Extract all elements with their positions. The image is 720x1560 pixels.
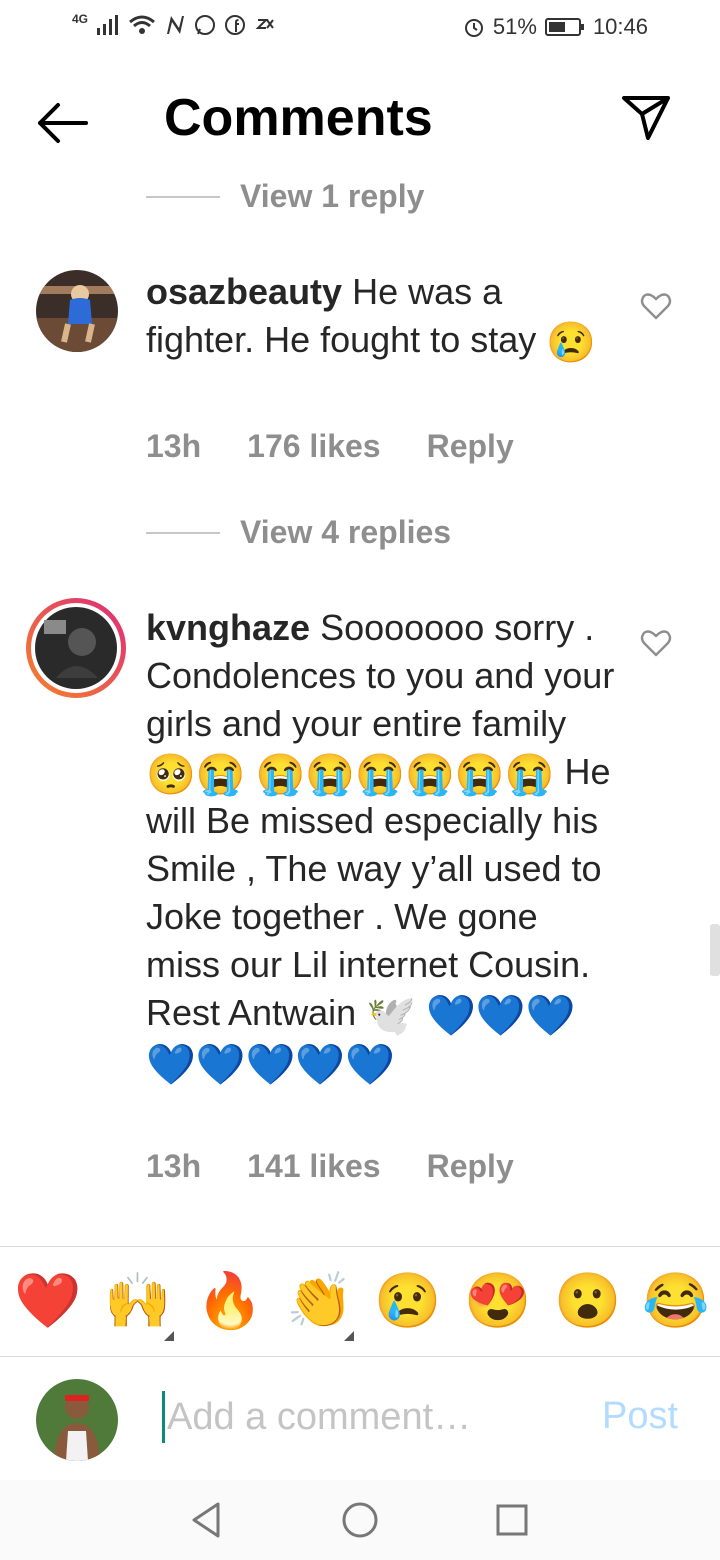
nav-recents-button[interactable]: [490, 1498, 534, 1542]
emoji-surprised-button[interactable]: 😮: [554, 1271, 621, 1331]
n-app-icon: [167, 16, 185, 34]
divider-line: [146, 195, 220, 198]
username[interactable]: osazbeauty: [146, 271, 342, 312]
share-button[interactable]: [618, 92, 678, 144]
avatar-image: [31, 603, 121, 693]
comment-meta-1: 13h 176 likes Reply: [146, 428, 514, 465]
circle-home-icon: [342, 1502, 378, 1538]
emoji-heart-button[interactable]: ❤️: [14, 1271, 81, 1331]
header: Comments: [0, 70, 720, 170]
wifi-icon: [129, 15, 155, 34]
reply-button[interactable]: Reply: [427, 428, 514, 465]
battery-icon: [544, 18, 584, 36]
dove-emoji: 🕊️: [366, 994, 416, 1038]
comment-time: 13h: [146, 428, 202, 464]
heart-outline-icon: [640, 293, 672, 320]
likes-count[interactable]: 141 likes: [247, 1148, 380, 1185]
likes-count[interactable]: 176 likes: [247, 428, 380, 465]
emoji-heart-eyes-button[interactable]: 😍: [464, 1271, 531, 1331]
quick-emoji-bar: ❤️ 🙌 🔥 👏 😢 😍 😮 😂: [0, 1246, 720, 1357]
signal-icon: [97, 15, 119, 35]
skin-tone-indicator: [344, 1331, 354, 1341]
send-icon: [622, 96, 670, 140]
emoji-laughing-button[interactable]: 😂: [642, 1271, 709, 1331]
view-replies-2[interactable]: View 4 replies: [146, 514, 451, 551]
status-left: 4G: [72, 12, 276, 36]
emoji-raising-hands-button[interactable]: 🙌: [104, 1271, 171, 1331]
zx-icon: [255, 19, 274, 29]
reply-button[interactable]: Reply: [427, 1148, 514, 1185]
nav-back-button[interactable]: [186, 1498, 230, 1542]
like-button[interactable]: [640, 290, 672, 322]
facebook-icon: [225, 15, 246, 35]
avatar-image: [36, 1379, 118, 1461]
triangle-back-icon: [192, 1502, 220, 1538]
comment-input[interactable]: [162, 1391, 587, 1443]
heart-outline-icon: [640, 630, 672, 657]
comment-time: 13h: [146, 1148, 202, 1184]
username[interactable]: kvnghaze: [146, 607, 310, 648]
scrollbar[interactable]: [710, 924, 720, 976]
skin-tone-indicator: [164, 1331, 174, 1341]
avatar-kvnghaze[interactable]: [26, 598, 126, 698]
comment-body-2: kvnghaze Sooooooo sorry . Condolences to…: [146, 604, 616, 1087]
comment-composer: Post: [0, 1356, 720, 1481]
alarm-icon: [464, 19, 483, 37]
emoji-group: 😭😭😭😭😭😭: [255, 753, 555, 797]
like-button[interactable]: [640, 627, 672, 659]
square-recents-icon: [496, 1504, 528, 1536]
avatar-osazbeauty[interactable]: [36, 270, 118, 352]
comment-body-1: osazbeauty He was a fighter. He fought t…: [146, 268, 616, 365]
user-avatar: [36, 1379, 118, 1461]
clock: 10:46: [592, 14, 648, 39]
page-title: Comments: [164, 89, 433, 147]
comment-meta-2: 13h 141 likes Reply: [146, 1148, 514, 1185]
back-button[interactable]: [34, 98, 94, 148]
status-right: 51% 10:46: [463, 14, 648, 40]
nav-home-button[interactable]: [338, 1498, 382, 1542]
whatsapp-icon: [195, 15, 216, 35]
view-replies-label[interactable]: View 1 reply: [240, 178, 424, 215]
divider-line: [146, 531, 220, 534]
post-button[interactable]: Post: [602, 1395, 678, 1438]
emoji-crying-button[interactable]: 😢: [374, 1271, 441, 1331]
emoji-fire-button[interactable]: 🔥: [196, 1271, 263, 1331]
battery-percent: 51%: [492, 14, 537, 39]
emoji-clap-button[interactable]: 👏: [286, 1271, 353, 1331]
emoji: 😢: [546, 321, 597, 365]
view-replies-1[interactable]: View 1 reply: [146, 178, 424, 215]
view-replies-label[interactable]: View 4 replies: [240, 514, 451, 551]
status-bar: 4G 51% 10:46: [0, 0, 720, 56]
system-nav-bar: [0, 1480, 720, 1560]
network-type: 4G: [72, 12, 89, 26]
emoji-group: 🥺😭: [146, 753, 246, 797]
avatar-image: [36, 270, 118, 352]
arrow-left-icon: [38, 103, 88, 143]
